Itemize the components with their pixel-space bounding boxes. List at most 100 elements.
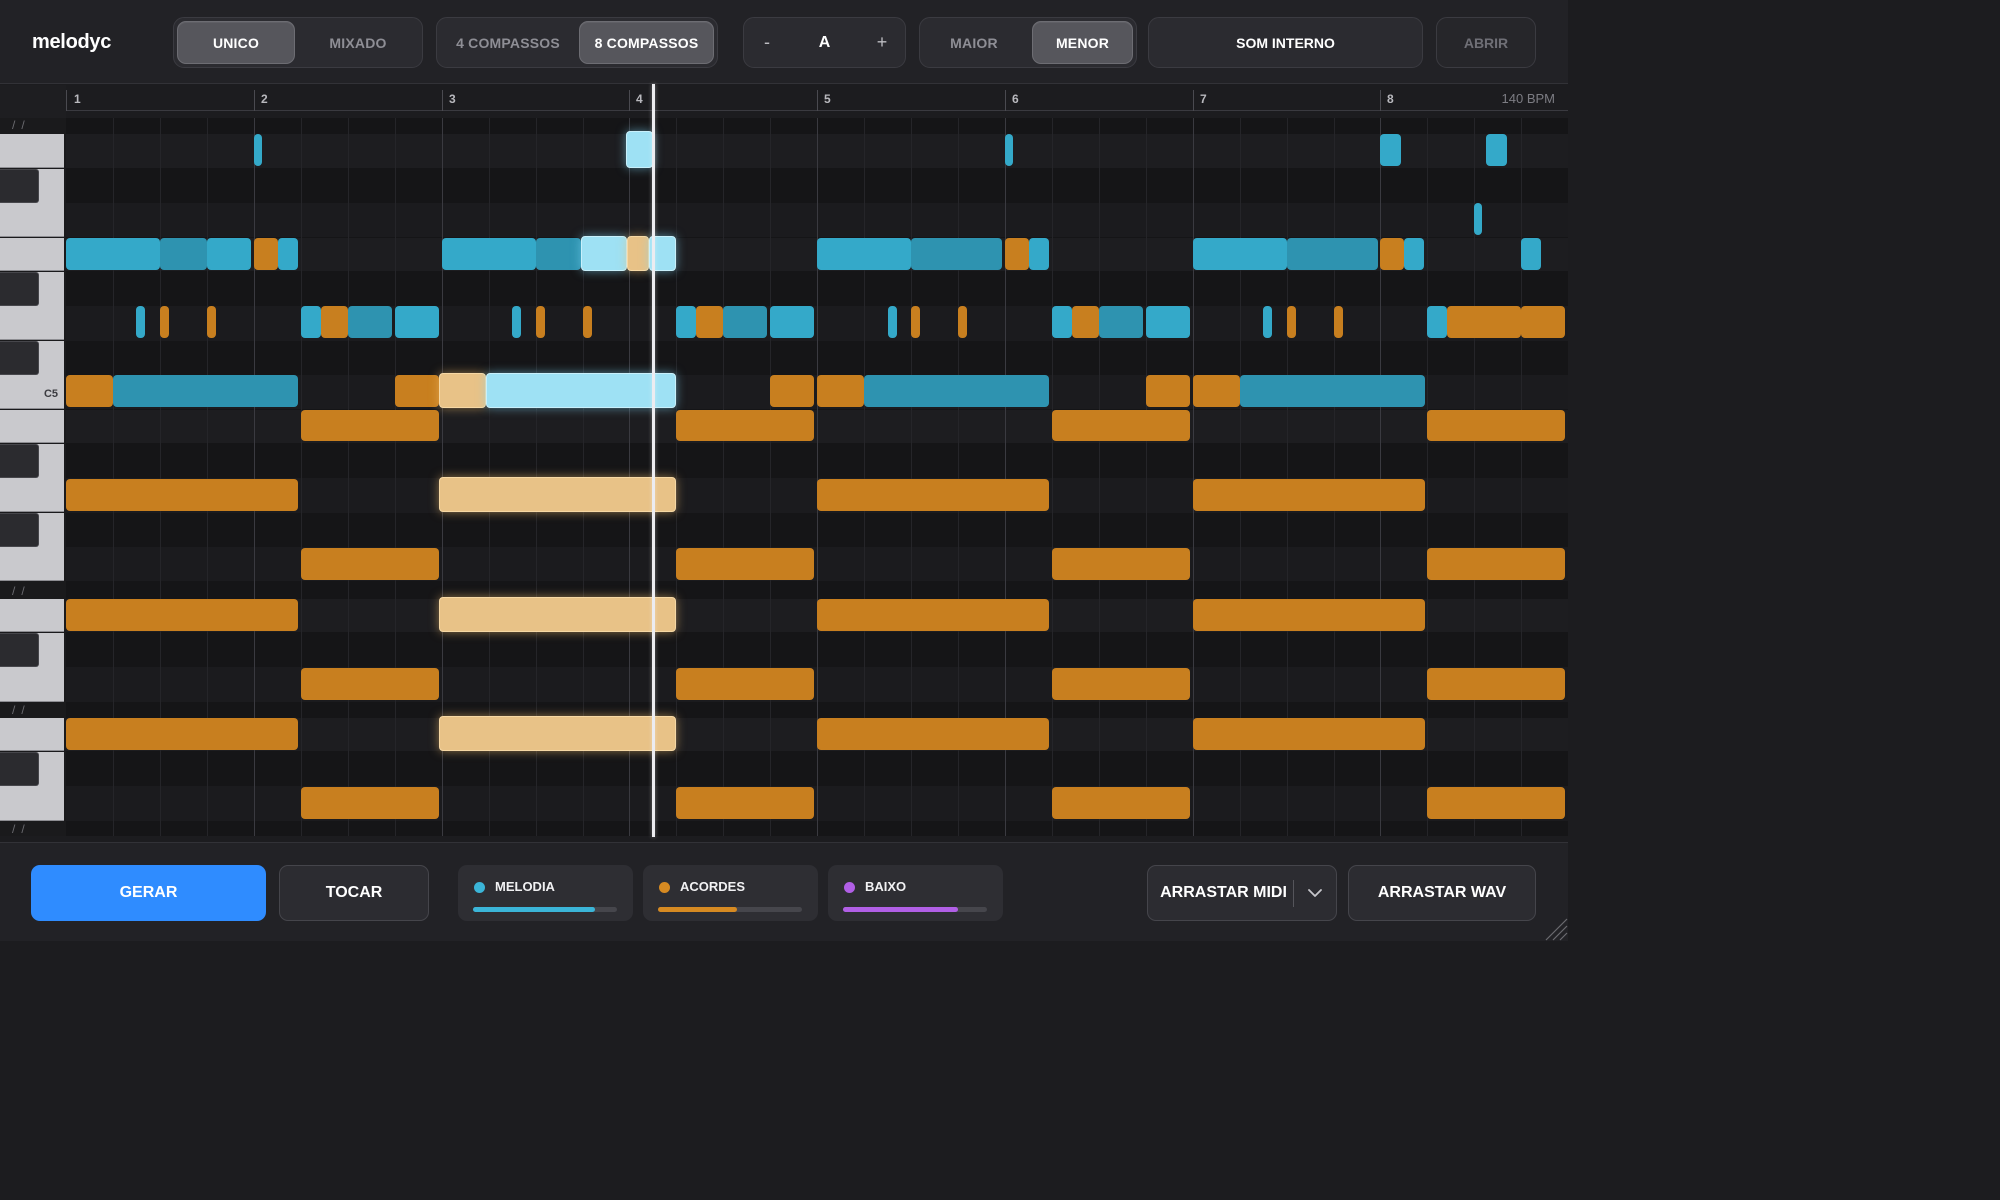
melody-note-selected[interactable] (581, 236, 627, 271)
chord-note-selected[interactable] (439, 477, 676, 512)
chord-note[interactable] (676, 668, 814, 700)
sound-source-button[interactable]: SOM INTERNO (1148, 17, 1423, 68)
length-8-bars-button[interactable]: 8 COMPASSOS (579, 21, 714, 64)
chevron-down-icon[interactable] (1294, 866, 1336, 920)
chord-note[interactable] (1334, 306, 1343, 338)
chord-note[interactable] (676, 787, 814, 819)
chord-note[interactable] (911, 306, 920, 338)
chord-note-selected[interactable] (627, 236, 649, 271)
melody-note[interactable] (723, 306, 767, 338)
melody-note[interactable] (1240, 375, 1425, 407)
melody-note[interactable] (1486, 134, 1507, 166)
melody-note[interactable] (1404, 238, 1424, 270)
scale-minor-button[interactable]: MENOR (1032, 21, 1133, 64)
mode-mixado-button[interactable]: MIXADO (297, 21, 419, 64)
melody-note[interactable] (160, 238, 207, 270)
melody-note[interactable] (1427, 306, 1447, 338)
piano-white-key[interactable] (0, 238, 64, 271)
chord-note[interactable] (1193, 479, 1425, 511)
chord-note[interactable] (66, 718, 298, 750)
melody-note[interactable] (817, 238, 911, 270)
melody-note-selected[interactable] (486, 373, 676, 408)
melody-note[interactable] (1193, 238, 1287, 270)
chord-note[interactable] (817, 718, 1049, 750)
melody-note[interactable] (113, 375, 298, 407)
melody-note[interactable] (1146, 306, 1190, 338)
chord-note[interactable] (1052, 668, 1190, 700)
melody-note[interactable] (136, 306, 145, 338)
melody-note[interactable] (770, 306, 814, 338)
chord-note[interactable] (66, 479, 298, 511)
melody-note[interactable] (888, 306, 897, 338)
chord-note[interactable] (1052, 410, 1190, 441)
mode-unico-button[interactable]: UNICO (177, 21, 295, 64)
chord-note[interactable] (817, 479, 1049, 511)
melody-note[interactable] (301, 306, 321, 338)
chord-note[interactable] (1193, 718, 1425, 750)
chord-note[interactable] (770, 375, 814, 407)
piano-black-key[interactable] (0, 633, 39, 667)
piano-roll-grid[interactable] (66, 118, 1568, 836)
chord-note[interactable] (1052, 548, 1190, 580)
timeline-ruler[interactable]: 1 2 3 4 5 6 7 8 140 BPM (66, 85, 1568, 111)
piano-black-key[interactable] (0, 272, 39, 306)
melody-note[interactable] (1380, 134, 1401, 166)
chord-note[interactable] (1287, 306, 1296, 338)
chord-note[interactable] (1193, 375, 1240, 407)
scale-major-button[interactable]: MAIOR (923, 21, 1025, 64)
piano-black-key[interactable] (0, 341, 39, 375)
chord-note[interactable] (676, 410, 814, 441)
melody-note[interactable] (1263, 306, 1272, 338)
chord-note[interactable] (301, 668, 439, 700)
melody-note[interactable] (348, 306, 392, 338)
chord-note-selected[interactable] (439, 597, 676, 632)
piano-black-key[interactable] (0, 513, 39, 547)
track-melody[interactable]: MELODIA (458, 865, 633, 921)
chord-note[interactable] (395, 375, 439, 407)
melody-note[interactable] (1287, 238, 1378, 270)
chord-note[interactable] (1005, 238, 1029, 270)
chord-note[interactable] (1380, 238, 1404, 270)
melody-note[interactable] (1521, 238, 1541, 270)
chord-note[interactable] (1052, 787, 1190, 819)
chord-note[interactable] (160, 306, 169, 338)
chord-note[interactable] (301, 410, 439, 441)
melody-note[interactable] (395, 306, 439, 338)
chord-note[interactable] (958, 306, 967, 338)
chord-note[interactable] (696, 306, 723, 338)
melody-volume-slider[interactable] (473, 907, 617, 912)
key-decrement-button[interactable]: - (744, 18, 790, 67)
chord-note[interactable] (1072, 306, 1099, 338)
chord-note[interactable] (1447, 306, 1521, 338)
piano-white-key[interactable] (0, 599, 64, 632)
piano-black-key[interactable] (0, 444, 39, 478)
melody-note[interactable] (207, 238, 251, 270)
chord-note[interactable] (207, 306, 216, 338)
chord-note[interactable] (676, 548, 814, 580)
chord-note[interactable] (1427, 410, 1565, 441)
piano-white-key-c5[interactable] (0, 410, 64, 443)
chord-note[interactable] (817, 375, 864, 407)
open-button[interactable]: ABRIR (1436, 17, 1536, 68)
melody-note[interactable] (911, 238, 1002, 270)
melody-note[interactable] (1052, 306, 1072, 338)
melody-note[interactable] (278, 238, 298, 270)
chord-note[interactable] (1146, 375, 1190, 407)
chord-note[interactable] (1427, 787, 1565, 819)
playhead[interactable] (652, 84, 655, 837)
chord-note[interactable] (1427, 548, 1565, 580)
melody-note[interactable] (864, 375, 1049, 407)
chord-note[interactable] (1427, 668, 1565, 700)
melody-note-selected[interactable] (626, 131, 653, 168)
chords-volume-slider[interactable] (658, 907, 802, 912)
piano-black-key[interactable] (0, 169, 39, 203)
track-bass[interactable]: BAIXO (828, 865, 1003, 921)
key-increment-button[interactable]: + (859, 18, 905, 67)
chord-note[interactable] (1193, 599, 1425, 631)
melody-note[interactable] (1099, 306, 1143, 338)
chord-note[interactable] (301, 548, 439, 580)
bass-volume-slider[interactable] (843, 907, 987, 912)
piano-white-key[interactable] (0, 718, 64, 751)
chord-note[interactable] (66, 375, 113, 407)
drag-midi-button[interactable]: ARRASTAR MIDI (1147, 865, 1337, 921)
